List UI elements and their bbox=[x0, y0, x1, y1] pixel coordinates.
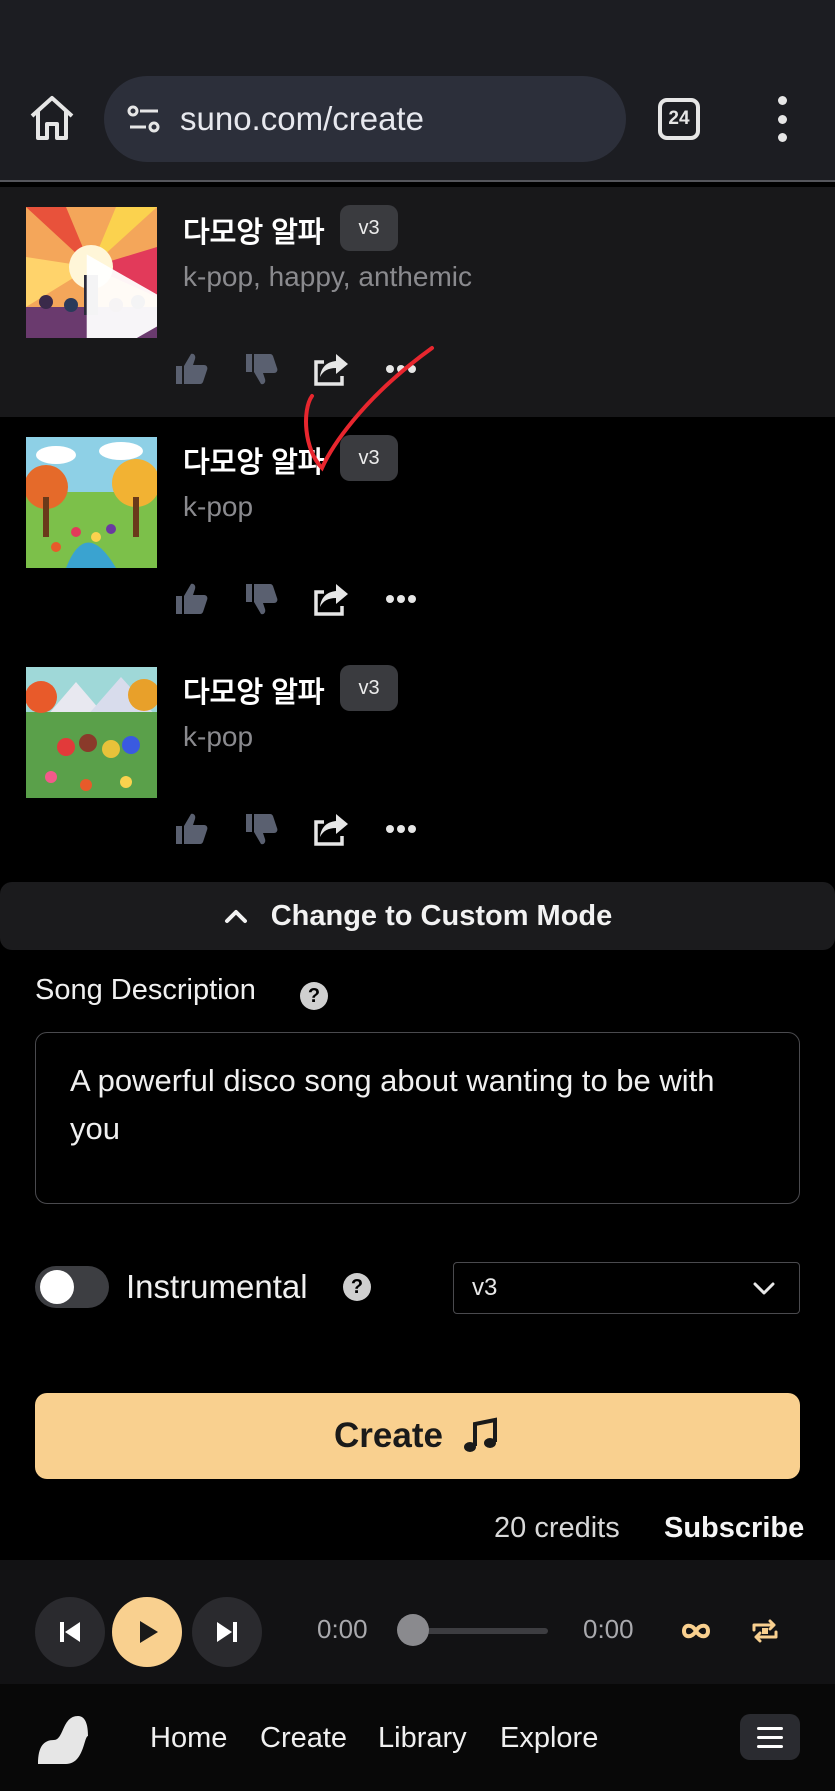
thumbs-up-icon bbox=[176, 353, 208, 384]
more-icon bbox=[386, 595, 416, 603]
elapsed-time: 0:00 bbox=[317, 1614, 368, 1644]
suno-logo[interactable] bbox=[34, 1712, 90, 1768]
model-select-value: v3 bbox=[472, 1274, 498, 1301]
share-icon bbox=[314, 814, 348, 846]
more-button[interactable] bbox=[382, 347, 452, 391]
thumbs-up-icon bbox=[176, 813, 208, 844]
more-button[interactable] bbox=[382, 577, 452, 621]
cover-art-image bbox=[26, 437, 157, 568]
play-icon[interactable] bbox=[68, 245, 157, 338]
song-actions bbox=[172, 347, 452, 391]
repeat-icon[interactable] bbox=[746, 1612, 784, 1650]
hamburger-menu-icon[interactable] bbox=[740, 1714, 800, 1760]
share-button[interactable] bbox=[312, 807, 382, 851]
share-button[interactable] bbox=[312, 347, 382, 391]
dislike-button[interactable] bbox=[242, 577, 312, 621]
progress-knob[interactable] bbox=[397, 1614, 429, 1646]
instrumental-label: Instrumental bbox=[126, 1268, 308, 1305]
song-title[interactable]: 다모앙 알파 bbox=[183, 209, 324, 251]
like-button[interactable] bbox=[172, 577, 242, 621]
song-row[interactable]: 다모앙 알파 v3 k-pop, happy, anthemic bbox=[0, 187, 835, 417]
skip-back-icon bbox=[60, 1622, 80, 1642]
url-text[interactable]: suno.com/create bbox=[180, 100, 424, 138]
thumbs-up-icon bbox=[176, 583, 208, 614]
song-tags: k-pop bbox=[183, 491, 254, 522]
create-label: Create bbox=[334, 1416, 443, 1455]
song-row[interactable]: 다모앙 알파 v3 k-pop bbox=[0, 647, 835, 877]
song-tags: k-pop bbox=[183, 721, 254, 752]
infinity-icon[interactable] bbox=[677, 1612, 715, 1650]
version-badge: v3 bbox=[340, 665, 398, 711]
dislike-button[interactable] bbox=[242, 807, 312, 851]
song-cover[interactable] bbox=[26, 667, 157, 798]
help-icon[interactable]: ? bbox=[343, 1273, 371, 1301]
like-button[interactable] bbox=[172, 807, 242, 851]
share-icon bbox=[314, 354, 348, 386]
nav-library[interactable]: Library bbox=[378, 1722, 467, 1755]
custom-mode-toggle[interactable]: Change to Custom Mode bbox=[0, 882, 835, 950]
like-button[interactable] bbox=[172, 347, 242, 391]
song-actions bbox=[172, 807, 452, 851]
song-title[interactable]: 다모앙 알파 bbox=[183, 669, 324, 711]
more-icon bbox=[386, 365, 416, 373]
play-icon bbox=[140, 1621, 158, 1643]
share-button[interactable] bbox=[312, 577, 382, 621]
chevron-up-icon bbox=[224, 910, 247, 923]
thumbs-down-icon bbox=[246, 584, 278, 615]
description-label: Song Description bbox=[35, 974, 256, 1006]
custom-mode-label[interactable]: Change to Custom Mode bbox=[271, 900, 613, 933]
song-tags: k-pop, happy, anthemic bbox=[183, 261, 472, 292]
music-note-icon bbox=[463, 1417, 497, 1452]
toggle-knob bbox=[40, 1270, 74, 1304]
song-actions bbox=[172, 577, 452, 621]
nav-create[interactable]: Create bbox=[260, 1722, 347, 1755]
song-cover[interactable] bbox=[26, 437, 157, 568]
create-button[interactable]: Create bbox=[35, 1393, 800, 1479]
thumbs-down-icon bbox=[246, 814, 278, 845]
model-select[interactable]: v3 bbox=[453, 1262, 800, 1314]
chevron-down-icon bbox=[753, 1282, 775, 1295]
version-badge: v3 bbox=[340, 205, 398, 251]
song-cover[interactable] bbox=[26, 207, 157, 338]
duration-time: 0:00 bbox=[583, 1614, 634, 1644]
version-badge: v3 bbox=[340, 435, 398, 481]
play-button[interactable] bbox=[112, 1597, 182, 1667]
subscribe-link[interactable]: Subscribe bbox=[664, 1512, 804, 1545]
site-settings-icon[interactable] bbox=[124, 99, 164, 139]
help-icon[interactable]: ? bbox=[300, 982, 328, 1010]
skip-forward-icon bbox=[217, 1622, 237, 1642]
nav-home[interactable]: Home bbox=[150, 1722, 227, 1755]
browser-menu-icon[interactable] bbox=[772, 96, 792, 142]
previous-button[interactable] bbox=[35, 1597, 105, 1667]
more-button[interactable] bbox=[382, 807, 452, 851]
browser-toolbar: suno.com/create 24 bbox=[0, 0, 835, 182]
thumbs-down-icon bbox=[246, 354, 278, 385]
more-icon bbox=[386, 825, 416, 833]
description-input[interactable]: A powerful disco song about wanting to b… bbox=[35, 1032, 800, 1204]
share-icon bbox=[314, 584, 348, 616]
next-button[interactable] bbox=[192, 1597, 262, 1667]
nav-explore[interactable]: Explore bbox=[500, 1722, 598, 1755]
instrumental-toggle[interactable] bbox=[35, 1266, 109, 1308]
song-title[interactable]: 다모앙 알파 bbox=[183, 439, 324, 481]
dislike-button[interactable] bbox=[242, 347, 312, 391]
address-bar[interactable]: suno.com/create bbox=[104, 76, 626, 162]
home-icon[interactable] bbox=[26, 92, 78, 144]
tab-switcher-button[interactable]: 24 bbox=[658, 98, 700, 140]
cover-art-image bbox=[26, 667, 157, 798]
song-row[interactable]: 다모앙 알파 v3 k-pop bbox=[0, 417, 835, 647]
credits-count: 20 credits bbox=[494, 1512, 620, 1544]
progress-track[interactable] bbox=[412, 1628, 548, 1634]
